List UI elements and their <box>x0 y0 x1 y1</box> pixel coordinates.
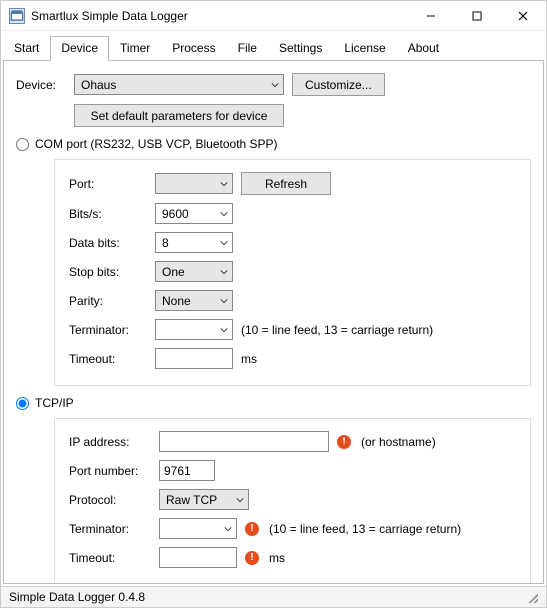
protocol-label: Protocol: <box>69 493 151 507</box>
com-timeout-input[interactable] <box>155 348 233 369</box>
chevron-down-icon <box>220 323 228 337</box>
protocol-value: Raw TCP <box>166 493 217 507</box>
tcp-port-label: Port number: <box>69 464 151 478</box>
com-timeout-label: Timeout: <box>69 352 147 366</box>
set-defaults-button[interactable]: Set default parameters for device <box>74 104 284 127</box>
chevron-down-icon <box>224 522 232 536</box>
refresh-button[interactable]: Refresh <box>241 172 331 195</box>
com-timeout-unit: ms <box>241 352 257 366</box>
parity-select[interactable]: None <box>155 290 233 311</box>
databits-label: Data bits: <box>69 236 147 250</box>
chevron-down-icon <box>220 265 228 279</box>
stopbits-label: Stop bits: <box>69 265 147 279</box>
tcp-terminator-hint: (10 = line feed, 13 = carriage return) <box>269 522 461 536</box>
tcp-terminator-label: Terminator: <box>69 522 151 536</box>
tcpip-radio-label: TCP/IP <box>35 396 74 410</box>
warning-icon: ! <box>337 435 351 449</box>
chevron-down-icon <box>220 177 228 191</box>
maximize-button[interactable] <box>454 1 500 31</box>
tab-bar: Start Device Timer Process File Settings… <box>1 31 546 60</box>
status-text: Simple Data Logger 0.4.8 <box>9 590 145 604</box>
tcp-terminator-select[interactable] <box>159 518 237 539</box>
parity-value: None <box>162 294 191 308</box>
databits-select[interactable]: 8 <box>155 232 233 253</box>
tcp-port-input[interactable] <box>159 460 215 481</box>
databits-value: 8 <box>162 236 169 250</box>
com-port-radio-label: COM port (RS232, USB VCP, Bluetooth SPP) <box>35 137 278 151</box>
parity-label: Parity: <box>69 294 147 308</box>
com-group: Port: Refresh Bits/s: 9600 Data bits: 8 … <box>54 159 531 386</box>
tcpip-radio[interactable] <box>16 397 29 410</box>
tcp-group: IP address: !(or hostname) Port number: … <box>54 418 531 584</box>
resize-grip-icon[interactable] <box>526 591 538 603</box>
stopbits-value: One <box>162 265 185 279</box>
warning-icon: ! <box>245 551 259 565</box>
chevron-down-icon <box>220 207 228 221</box>
protocol-select[interactable]: Raw TCP <box>159 489 249 510</box>
com-port-radio[interactable] <box>16 138 29 151</box>
com-port-label: Port: <box>69 177 147 191</box>
ip-label: IP address: <box>69 435 151 449</box>
tcp-timeout-input[interactable] <box>159 547 237 568</box>
tcp-timeout-unit: ms <box>269 551 285 565</box>
tab-about[interactable]: About <box>397 36 450 61</box>
minimize-button[interactable] <box>408 1 454 31</box>
bits-select[interactable]: 9600 <box>155 203 233 224</box>
tab-settings[interactable]: Settings <box>268 36 333 61</box>
tab-start[interactable]: Start <box>3 36 50 61</box>
bits-value: 9600 <box>162 207 189 221</box>
chevron-down-icon <box>220 294 228 308</box>
window-title: Smartlux Simple Data Logger <box>31 9 408 23</box>
com-terminator-select[interactable] <box>155 319 233 340</box>
status-bar: Simple Data Logger 0.4.8 <box>1 586 546 607</box>
chevron-down-icon <box>220 236 228 250</box>
chevron-down-icon <box>271 78 279 92</box>
com-terminator-hint: (10 = line feed, 13 = carriage return) <box>241 323 433 337</box>
close-button[interactable] <box>500 1 546 31</box>
chevron-down-icon <box>236 493 244 507</box>
ip-input[interactable] <box>159 431 329 452</box>
device-select[interactable]: Ohaus <box>74 74 284 95</box>
stopbits-select[interactable]: One <box>155 261 233 282</box>
tab-process[interactable]: Process <box>161 36 226 61</box>
tab-timer[interactable]: Timer <box>109 36 161 61</box>
warning-icon: ! <box>245 522 259 536</box>
titlebar: Smartlux Simple Data Logger <box>1 1 546 31</box>
tcp-timeout-label: Timeout: <box>69 551 151 565</box>
tab-file[interactable]: File <box>227 36 268 61</box>
tab-content-device: Device: Ohaus Customize... Set default p… <box>3 60 544 584</box>
com-terminator-label: Terminator: <box>69 323 147 337</box>
com-port-select[interactable] <box>155 173 233 194</box>
bits-label: Bits/s: <box>69 207 147 221</box>
device-select-value: Ohaus <box>81 78 116 92</box>
customize-button[interactable]: Customize... <box>292 73 385 96</box>
device-label: Device: <box>16 78 66 92</box>
tab-license[interactable]: License <box>333 36 396 61</box>
tab-device[interactable]: Device <box>50 36 109 61</box>
ip-hint: (or hostname) <box>361 435 436 449</box>
app-icon <box>9 8 25 24</box>
